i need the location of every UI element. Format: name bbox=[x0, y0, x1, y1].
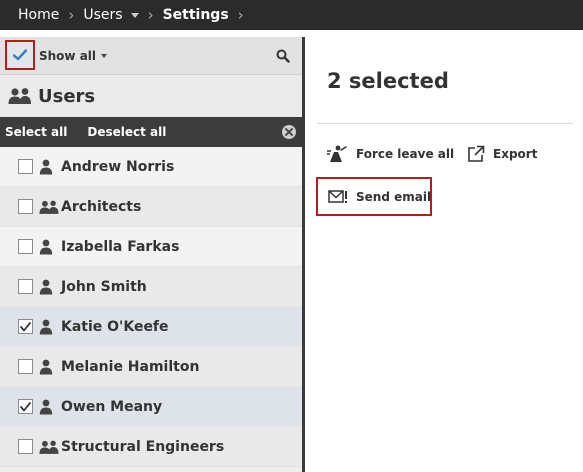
list-item[interactable]: Owen Meany bbox=[0, 387, 302, 427]
user-icon bbox=[39, 159, 59, 175]
force-leave-all-label: Force leave all bbox=[356, 147, 455, 161]
divider bbox=[317, 123, 573, 124]
show-all-checkbox[interactable] bbox=[5, 40, 35, 70]
breadcrumb-home[interactable]: Home bbox=[18, 7, 59, 23]
panel-header: Users bbox=[0, 75, 302, 117]
row-checkbox[interactable] bbox=[18, 239, 33, 254]
row-checkbox[interactable] bbox=[18, 279, 33, 294]
deselect-all-button[interactable]: Deselect all bbox=[87, 125, 166, 139]
user-icon bbox=[39, 279, 59, 295]
user-icon bbox=[39, 239, 59, 255]
chevron-down-icon[interactable] bbox=[130, 12, 139, 18]
group-icon bbox=[39, 199, 59, 215]
group-icon bbox=[39, 439, 59, 455]
details-panel: 2 selected Force leave all Export Send e… bbox=[308, 37, 583, 472]
list-item[interactable]: Melanie Hamilton bbox=[0, 347, 302, 387]
list-item-label: Andrew Norris bbox=[61, 158, 175, 175]
row-checkbox[interactable] bbox=[18, 359, 33, 374]
checkmark-icon bbox=[20, 321, 31, 331]
list-item-label: Structural Engineers bbox=[61, 438, 225, 455]
export-button[interactable]: Export bbox=[467, 145, 537, 163]
row-checkbox[interactable] bbox=[18, 399, 33, 414]
send-email-label: Send email bbox=[356, 189, 432, 204]
list-item[interactable]: Katie O'Keefe bbox=[0, 307, 302, 347]
select-all-button[interactable]: Select all bbox=[5, 125, 67, 139]
checkmark-icon bbox=[20, 401, 31, 411]
force-leave-icon bbox=[326, 145, 348, 163]
user-icon bbox=[39, 359, 59, 375]
list-item[interactable]: Architects bbox=[0, 187, 302, 227]
list-item[interactable]: Structural Engineers bbox=[0, 427, 302, 467]
list-item[interactable]: Izabella Farkas bbox=[0, 227, 302, 267]
search-icon bbox=[276, 49, 290, 63]
selected-count: 2 selected bbox=[327, 69, 449, 93]
checkmark-icon bbox=[13, 49, 27, 61]
list-item-label: Melanie Hamilton bbox=[61, 358, 200, 375]
chevron-down-icon bbox=[101, 54, 108, 58]
list-item[interactable]: John Smith bbox=[0, 267, 302, 307]
filter-bar: Show all bbox=[0, 37, 302, 75]
list-item-label: Architects bbox=[61, 198, 142, 215]
user-list: Andrew Norris Architects Izabella Farkas Jo… bbox=[0, 147, 302, 467]
chevron-right-icon: › bbox=[147, 6, 154, 24]
close-icon bbox=[285, 128, 293, 136]
clear-selection-button[interactable] bbox=[282, 125, 296, 139]
user-icon bbox=[39, 399, 59, 415]
chevron-right-icon: › bbox=[237, 6, 244, 24]
breadcrumb-users[interactable]: Users bbox=[83, 7, 122, 23]
send-email-icon bbox=[328, 189, 348, 205]
list-item-label: Owen Meany bbox=[61, 398, 163, 415]
list-item[interactable]: Andrew Norris bbox=[0, 147, 302, 187]
list-item-label: Izabella Farkas bbox=[61, 238, 180, 255]
show-all-dropdown[interactable]: Show all bbox=[39, 49, 108, 63]
row-checkbox[interactable] bbox=[18, 199, 33, 214]
row-checkbox[interactable] bbox=[18, 439, 33, 454]
selection-toolbar: Select all Deselect all bbox=[0, 117, 302, 147]
users-panel: Show all Users Select all Deselect all A… bbox=[0, 37, 305, 472]
chevron-right-icon: › bbox=[68, 6, 75, 24]
list-item-label: Katie O'Keefe bbox=[61, 318, 169, 335]
breadcrumb: Home › Users › Settings › bbox=[0, 0, 583, 30]
export-label: Export bbox=[493, 147, 538, 161]
export-icon bbox=[467, 145, 485, 163]
list-item-label: John Smith bbox=[61, 278, 147, 295]
search-button[interactable] bbox=[274, 47, 292, 65]
breadcrumb-settings[interactable]: Settings bbox=[163, 7, 229, 23]
group-icon bbox=[8, 88, 31, 104]
user-icon bbox=[39, 319, 59, 335]
show-all-label: Show all bbox=[39, 49, 97, 63]
panel-title: Users bbox=[38, 85, 96, 107]
row-checkbox[interactable] bbox=[18, 319, 33, 334]
row-checkbox[interactable] bbox=[18, 159, 33, 174]
send-email-button[interactable]: Send email bbox=[316, 177, 432, 216]
force-leave-all-button[interactable]: Force leave all bbox=[326, 145, 454, 163]
